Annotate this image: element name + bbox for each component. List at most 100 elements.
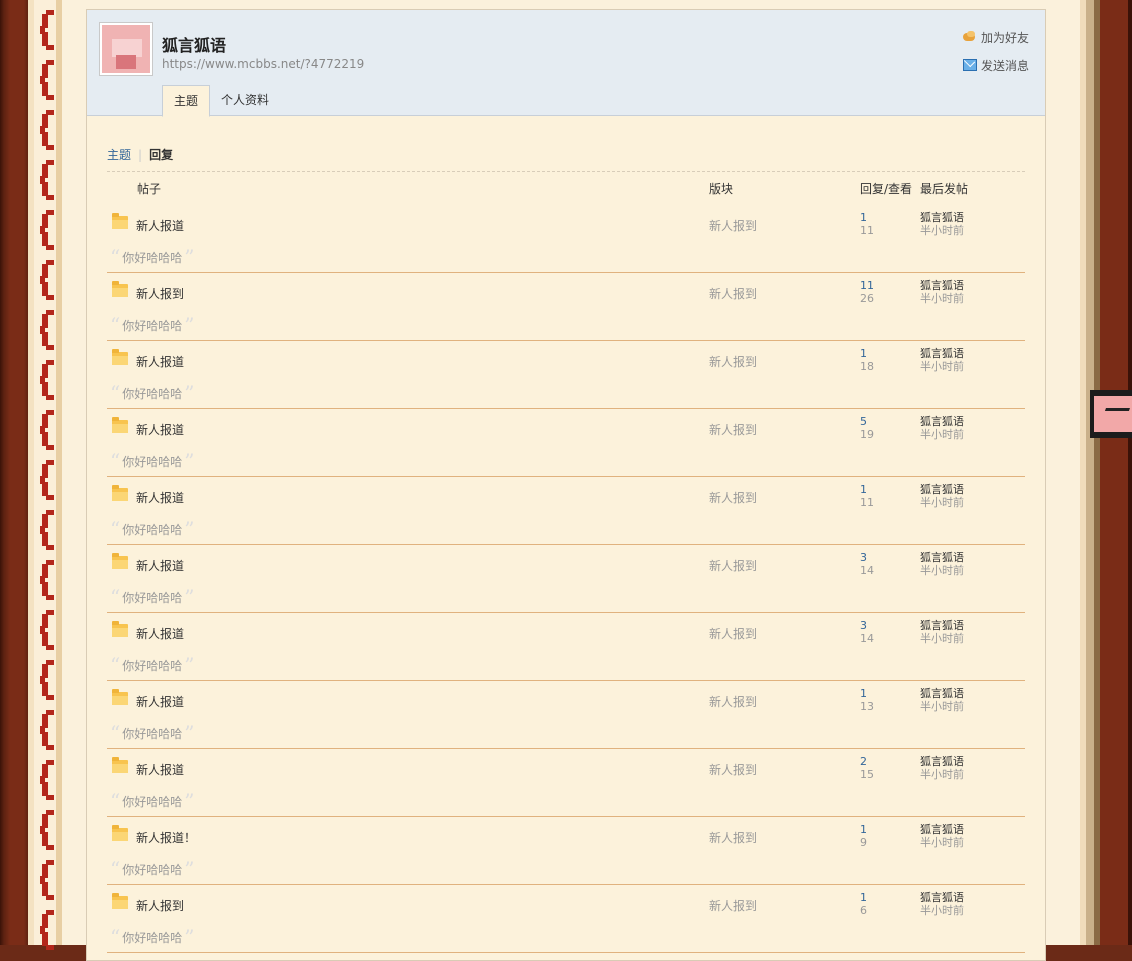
reply-quote[interactable]: “你好哈哈哈” xyxy=(110,383,194,403)
table-row: 新人报道 新人报到 1 11 狐言狐语 半小时前 “你好哈哈哈” xyxy=(107,477,1025,545)
last-post-author[interactable]: 狐言狐语 xyxy=(920,687,964,700)
left-decorative-border xyxy=(0,0,62,950)
reply-quote[interactable]: “你好哈哈哈” xyxy=(110,655,194,675)
thread-title-link[interactable]: 新人报道 xyxy=(136,217,184,234)
last-post-author[interactable]: 狐言狐语 xyxy=(920,891,964,904)
open-quote-icon: “ xyxy=(110,788,121,813)
folder-icon xyxy=(112,417,128,433)
thread-title-link[interactable]: 新人报道 xyxy=(136,693,184,710)
thread-reply-count[interactable]: 1 xyxy=(860,483,867,496)
subnav-replies-link[interactable]: 回复 xyxy=(149,148,173,162)
tab-threads[interactable]: 主题 xyxy=(162,85,211,117)
thread-reply-count[interactable]: 1 xyxy=(860,211,867,224)
thread-view-count: 13 xyxy=(860,700,874,713)
thread-view-count: 18 xyxy=(860,360,874,373)
thread-reply-count[interactable]: 1 xyxy=(860,891,867,904)
thread-view-count: 26 xyxy=(860,292,874,305)
bracket-ornament xyxy=(40,810,54,850)
profile-card: 狐言狐语 https://www.mcbbs.net/?4772219 加为好友… xyxy=(86,9,1046,961)
thread-forum-link[interactable]: 新人报到 xyxy=(709,217,757,234)
user-name[interactable]: 狐言狐语 xyxy=(162,32,226,56)
reply-quote[interactable]: “你好哈哈哈” xyxy=(110,519,194,539)
thread-forum-link[interactable]: 新人报到 xyxy=(709,897,757,914)
thread-forum-link[interactable]: 新人报到 xyxy=(709,285,757,302)
thread-forum-link[interactable]: 新人报到 xyxy=(709,557,757,574)
open-quote-icon: “ xyxy=(110,584,121,609)
folder-icon xyxy=(112,621,128,637)
bracket-ornament xyxy=(40,410,54,450)
thread-forum-link[interactable]: 新人报到 xyxy=(709,829,757,846)
thread-forum-link[interactable]: 新人报到 xyxy=(709,489,757,506)
last-post-author[interactable]: 狐言狐语 xyxy=(920,823,964,836)
reply-quote[interactable]: “你好哈哈哈” xyxy=(110,247,194,267)
reply-quote[interactable]: “你好哈哈哈” xyxy=(110,788,194,813)
last-post-author[interactable]: 狐言狐语 xyxy=(920,755,964,768)
last-post-time: 半小时前 xyxy=(920,836,964,849)
add-friend-button[interactable]: 加为好友 xyxy=(962,27,1029,47)
profile-header: 狐言狐语 https://www.mcbbs.net/?4772219 加为好友… xyxy=(87,10,1045,117)
bracket-ornament xyxy=(40,310,54,350)
last-post-author[interactable]: 狐言狐语 xyxy=(920,551,964,564)
thread-forum-link[interactable]: 新人报到 xyxy=(709,625,757,642)
close-quote-icon: ” xyxy=(184,720,195,745)
bracket-ornament xyxy=(40,260,54,300)
last-post-time: 半小时前 xyxy=(920,768,964,781)
pig-avatar xyxy=(102,25,150,73)
thread-forum-link[interactable]: 新人报到 xyxy=(709,761,757,778)
thread-title-link[interactable]: 新人报道！ xyxy=(136,829,196,846)
tab-profile[interactable]: 个人资料 xyxy=(210,85,280,115)
table-row: 新人报到 新人报到 1 6 狐言狐语 半小时前 “你好哈哈哈” xyxy=(107,885,1025,953)
thread-reply-count[interactable]: 1 xyxy=(860,823,867,836)
table-row: 新人报道 新人报到 3 14 狐言狐语 半小时前 “你好哈哈哈” xyxy=(107,545,1025,613)
thread-view-count: 9 xyxy=(860,836,867,849)
thread-view-count: 11 xyxy=(860,224,874,237)
last-post-author[interactable]: 狐言狐语 xyxy=(920,347,964,360)
thread-reply-count[interactable]: 11 xyxy=(860,279,874,292)
avatar[interactable] xyxy=(99,22,153,76)
subnav-threads-link[interactable]: 主题 xyxy=(107,148,131,162)
thread-title-link[interactable]: 新人报道 xyxy=(136,625,184,642)
reply-quote[interactable]: “你好哈哈哈” xyxy=(110,448,195,473)
thread-forum-link[interactable]: 新人报到 xyxy=(709,353,757,370)
thread-title-link[interactable]: 新人报道 xyxy=(136,353,184,370)
thread-reply-count[interactable]: 1 xyxy=(860,687,867,700)
header-last-post: 最后发帖 xyxy=(920,182,969,196)
thread-reply-count[interactable]: 3 xyxy=(860,619,867,632)
thread-forum-link[interactable]: 新人报到 xyxy=(709,421,757,438)
thread-title-link[interactable]: 新人报到 xyxy=(136,897,184,914)
reply-quote-text: 你好哈哈哈 xyxy=(122,387,183,401)
last-post-author[interactable]: 狐言狐语 xyxy=(920,415,964,428)
last-post-author[interactable]: 狐言狐语 xyxy=(920,279,964,292)
thread-view-count: 6 xyxy=(860,904,867,917)
thread-title-link[interactable]: 新人报到 xyxy=(136,285,184,302)
thread-reply-count[interactable]: 2 xyxy=(860,755,867,768)
thread-reply-count[interactable]: 3 xyxy=(860,551,867,564)
last-post-author[interactable]: 狐言狐语 xyxy=(920,211,964,224)
thread-title-link[interactable]: 新人报道 xyxy=(136,557,184,574)
thread-forum-link[interactable]: 新人报到 xyxy=(709,693,757,710)
table-header: 帖子 版块 回复/查看 最后发帖 xyxy=(107,171,1025,196)
reply-quote[interactable]: “你好哈哈哈” xyxy=(110,859,194,879)
thread-reply-count[interactable]: 5 xyxy=(860,415,867,428)
reply-quote[interactable]: “你好哈哈哈” xyxy=(110,720,195,745)
reply-quote[interactable]: “你好哈哈哈” xyxy=(110,927,194,947)
table-row: 新人报到 新人报到 11 26 狐言狐语 半小时前 “你好哈哈哈” xyxy=(107,273,1025,341)
last-post-author[interactable]: 狐言狐语 xyxy=(920,483,964,496)
last-post-time: 半小时前 xyxy=(920,292,964,305)
thread-title-link[interactable]: 新人报道 xyxy=(136,489,184,506)
reply-quote-text: 你好哈哈哈 xyxy=(122,863,183,877)
thread-title-link[interactable]: 新人报道 xyxy=(136,761,184,778)
last-post-time: 半小时前 xyxy=(920,224,964,237)
reply-quote[interactable]: “你好哈哈哈” xyxy=(110,584,194,609)
send-message-button[interactable]: 发送消息 xyxy=(962,55,1029,75)
folder-icon xyxy=(112,553,128,569)
reply-quote-text: 你好哈哈哈 xyxy=(122,523,183,537)
thread-title-link[interactable]: 新人报道 xyxy=(136,421,184,438)
pig-face-icon[interactable] xyxy=(1090,390,1132,438)
reply-quote[interactable]: “你好哈哈哈” xyxy=(110,315,194,335)
reply-quote-text: 你好哈哈哈 xyxy=(122,659,183,673)
thread-reply-count[interactable]: 1 xyxy=(860,347,867,360)
close-quote-icon: ” xyxy=(184,448,195,473)
user-url[interactable]: https://www.mcbbs.net/?4772219 xyxy=(162,57,364,71)
last-post-author[interactable]: 狐言狐语 xyxy=(920,619,964,632)
